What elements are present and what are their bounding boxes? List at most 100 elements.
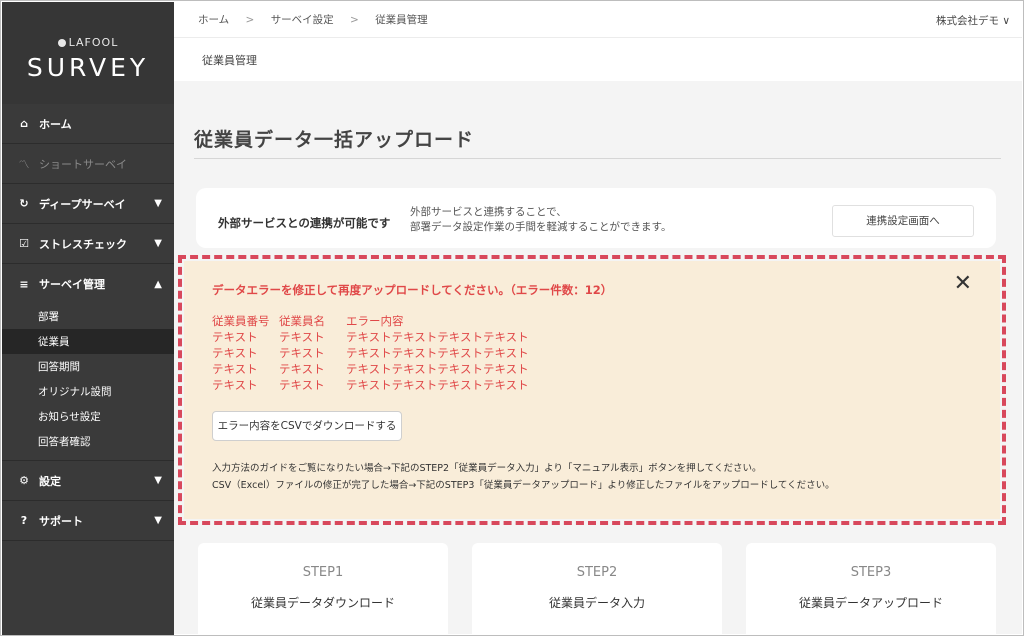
cloud-download-icon: [303, 631, 343, 636]
error-notes: 入力方法のガイドをご覧になりたい場合→下記のSTEP2「従業員データ入力」より「…: [212, 460, 835, 494]
sub-header-label: 従業員管理: [202, 54, 257, 67]
sidebar-subitem-notice-settings[interactable]: お知らせ設定: [2, 404, 174, 429]
logo-brand-name: SURVEY: [26, 53, 150, 82]
table-cell: テキスト: [279, 346, 325, 360]
sidebar-item-label: ショートサーベイ: [39, 157, 127, 171]
step-label: 従業員データ入力: [548, 596, 645, 610]
chevron-down-icon: ▼: [154, 515, 162, 526]
company-name: 株式会社デモ: [935, 15, 999, 27]
logo[interactable]: LAFOOL SURVEY: [2, 2, 174, 104]
column-header: 従業員番号: [212, 314, 270, 328]
breadcrumb-separator-icon: >: [350, 14, 359, 26]
sidebar-subitem-answer-period[interactable]: 回答期間: [2, 354, 174, 379]
sidebar-item-settings[interactable]: ⚙ 設定 ▼: [2, 461, 174, 501]
chevron-down-icon: ▼: [154, 198, 162, 209]
sidebar-subitem-respondent-check[interactable]: 回答者確認: [2, 429, 174, 454]
breadcrumb-home[interactable]: ホーム: [198, 14, 229, 26]
sidebar-submenu: 部署 従業員 回答期間 オリジナル設問 お知らせ設定 回答者確認: [2, 304, 174, 454]
logo-mark-icon: [57, 38, 66, 47]
table-cell: テキストテキストテキストテキスト: [346, 330, 529, 344]
error-table: 従業員番号 従業員名 エラー内容 テキスト テキスト テキストテキストテキストテ…: [212, 313, 529, 393]
table-row: テキスト テキスト テキストテキストテキストテキスト: [212, 377, 529, 393]
breadcrumb-survey-settings[interactable]: サーベイ設定: [271, 14, 334, 26]
sidebar-subitem-department[interactable]: 部署: [2, 304, 174, 329]
integration-desc-line: 部署データ設定作業の手間を軽減することができます。: [410, 221, 672, 233]
table-cell: テキスト: [212, 330, 258, 344]
cloud-upload-icon: [851, 631, 891, 636]
step-number: STEP3: [850, 565, 892, 580]
close-icon[interactable]: ✕: [954, 273, 972, 295]
sidebar-item-survey-management[interactable]: ≡ サーベイ管理 ▲: [2, 264, 174, 304]
table-cell: テキスト: [279, 362, 325, 376]
breadcrumb-employee-management: 従業員管理: [375, 14, 428, 26]
checkbox-icon: ☑: [19, 237, 29, 250]
table-cell: テキストテキストテキストテキスト: [346, 362, 529, 376]
error-panel: データエラーを修正して再度アップロードしてください。（エラー件数：12） ✕ 従…: [178, 255, 1006, 525]
integration-title: 外部サービスとの連携が可能です: [218, 216, 391, 230]
step-number: STEP2: [576, 565, 618, 580]
table-row: テキスト テキスト テキストテキストテキストテキスト: [212, 361, 529, 377]
sidebar-item-label: ストレスチェック: [39, 237, 127, 251]
sidebar-item-stress-check[interactable]: ☑ ストレスチェック ▼: [2, 224, 174, 264]
logo-brand-small: LAFOOL: [68, 36, 119, 49]
table-cell: テキストテキストテキストテキスト: [346, 346, 529, 360]
breadcrumb: ホーム > サーベイ設定 > 従業員管理: [198, 12, 428, 27]
sidebar-item-deep-survey[interactable]: ↻ ディープサーベイ ▼: [2, 184, 174, 224]
integration-settings-button[interactable]: 連携設定画面へ: [832, 205, 974, 237]
sidebar-item-label: ディープサーベイ: [39, 197, 126, 211]
sidebar-item-short-survey: 〽 ショートサーベイ: [2, 144, 174, 184]
main-content: 従業員データ一括アップロード 外部サービスとの連携が可能です 外部サービスと連携…: [174, 81, 1022, 636]
integration-desc-line: 外部サービスと連携することで、: [410, 206, 567, 218]
sidebar: LAFOOL SURVEY ⌂ ホーム 〽 ショートサーベイ ↻ ディープサーベ…: [2, 2, 174, 635]
circle-arrow-icon: ↻: [19, 197, 29, 210]
step-card-input[interactable]: STEP2 従業員データ入力: [472, 543, 722, 635]
sidebar-nav-lower: ⚙ 設定 ▼ ? サポート ▼: [2, 460, 174, 541]
company-menu[interactable]: 株式会社デモ ∨: [936, 13, 1010, 28]
chevron-down-icon: ∨: [1002, 15, 1010, 27]
table-header-row: 従業員番号 従業員名 エラー内容: [212, 313, 529, 329]
sidebar-item-support[interactable]: ? サポート ▼: [2, 501, 174, 541]
column-header: 従業員名: [279, 314, 325, 328]
table-cell: テキスト: [279, 330, 325, 344]
chevron-up-icon: ▲: [154, 278, 162, 290]
sidebar-item-label: サポート: [39, 514, 83, 528]
sidebar-item-label: サーベイ管理: [39, 278, 105, 291]
download-error-csv-button[interactable]: エラー内容をCSVでダウンロードする: [212, 411, 402, 441]
integration-description: 外部サービスと連携することで、 部署データ設定作業の手間を軽減することができます…: [410, 205, 671, 235]
sidebar-subitem-original-question[interactable]: オリジナル設問: [2, 379, 174, 404]
divider: [194, 158, 1001, 159]
table-cell: テキスト: [279, 378, 325, 392]
chevron-down-icon: ▼: [154, 475, 162, 486]
step-number: STEP1: [302, 565, 344, 580]
error-note: 入力方法のガイドをご覧になりたい場合→下記のSTEP2「従業員データ入力」より「…: [212, 463, 762, 474]
table-cell: テキスト: [212, 362, 258, 376]
chart-line-icon: 〽: [18, 157, 30, 171]
step-card-download[interactable]: STEP1 従業員データダウンロード: [198, 543, 448, 636]
step-card-upload[interactable]: STEP3 従業員データアップロード: [746, 543, 996, 636]
table-row: テキスト テキスト テキストテキストテキストテキスト: [212, 329, 529, 345]
home-icon: ⌂: [20, 117, 28, 130]
step-label: 従業員データアップロード: [798, 596, 943, 610]
table-cell: テキスト: [212, 378, 258, 392]
sidebar-item-home[interactable]: ⌂ ホーム: [2, 104, 174, 144]
gear-icon: ⚙: [19, 474, 29, 487]
sidebar-item-label: 設定: [39, 474, 61, 488]
table-cell: テキスト: [212, 346, 258, 360]
sliders-icon: ≡: [19, 277, 29, 291]
sidebar-subitem-employee[interactable]: 従業員: [2, 329, 174, 354]
app-window: LAFOOL SURVEY ⌂ ホーム 〽 ショートサーベイ ↻ ディープサーベ…: [0, 0, 1024, 636]
column-header: エラー内容: [346, 314, 404, 328]
question-icon: ?: [20, 514, 28, 527]
page-title: 従業員データ一括アップロード: [194, 129, 475, 151]
chevron-down-icon: ▼: [154, 238, 162, 249]
table-cell: テキストテキストテキストテキスト: [346, 378, 529, 392]
step-label: 従業員データダウンロード: [250, 596, 395, 610]
sidebar-nav: ⌂ ホーム 〽 ショートサーベイ ↻ ディープサーベイ ▼ ☑ ストレスチェック…: [2, 104, 174, 304]
integration-card: 外部サービスとの連携が可能です 外部サービスと連携することで、 部署データ設定作…: [196, 188, 996, 248]
breadcrumb-separator-icon: >: [245, 14, 255, 26]
error-heading: データエラーを修正して再度アップロードしてください。（エラー件数：12）: [212, 283, 613, 297]
error-note: CSV（Excel）ファイルの修正が完了した場合→下記のSTEP3「従業員データ…: [212, 480, 835, 491]
sidebar-item-label: ホーム: [39, 117, 72, 131]
topbar: ホーム > サーベイ設定 > 従業員管理 株式会社デモ ∨: [174, 2, 1022, 38]
sub-header: 従業員管理: [174, 39, 1022, 81]
